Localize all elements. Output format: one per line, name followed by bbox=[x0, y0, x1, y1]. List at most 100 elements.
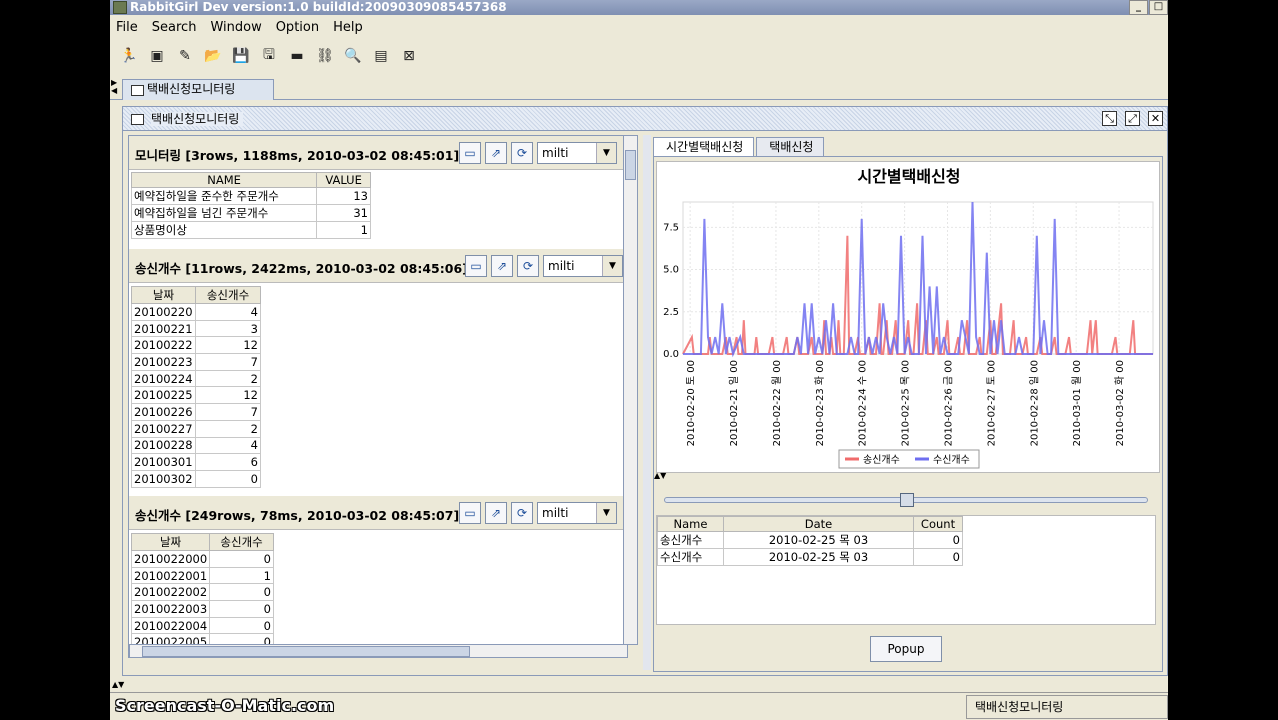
table-row[interactable]: 20100221 3 bbox=[131, 319, 261, 338]
monitoring-table: NAME VALUE 예약집하일을 준수한 주문개수 13 예약집하일을 넘긴 주문… bbox=[130, 172, 371, 239]
column-header[interactable]: Date bbox=[723, 516, 914, 532]
search-icon[interactable]: 🔍 bbox=[342, 45, 364, 67]
table-row[interactable]: 20100224 2 bbox=[131, 369, 261, 388]
table-row[interactable]: 2010022003 0 bbox=[130, 600, 274, 618]
table-cell: 2010022003 bbox=[130, 600, 211, 618]
window-title: RabbitGirl Dev version:1.0 buildId:20090… bbox=[130, 0, 507, 14]
mode-combo[interactable]: milti ▼ bbox=[543, 255, 623, 277]
frame-close-button[interactable]: ✕ bbox=[1148, 111, 1163, 126]
frame-maximize-button[interactable]: ⤢ bbox=[1125, 111, 1140, 126]
watermark-text: Screencast-O-Matic.com bbox=[115, 696, 335, 715]
column-header[interactable]: NAME bbox=[130, 172, 318, 188]
minus-icon[interactable]: ▬ bbox=[286, 45, 308, 67]
collapse-arrows-icon[interactable]: ▲▼ bbox=[112, 680, 124, 689]
table-row[interactable]: 20100301 6 bbox=[131, 453, 261, 471]
horizontal-scrollbar[interactable] bbox=[129, 644, 627, 657]
mode-combo[interactable]: milti ▼ bbox=[537, 142, 617, 164]
table-row[interactable]: 2010022001 1 bbox=[130, 566, 274, 585]
menu-window[interactable]: Window bbox=[210, 20, 261, 35]
open-icon[interactable]: 📂 bbox=[202, 45, 224, 67]
chart-container: 시간별택배신청 2010-02-20 토 00 2010-02-21 일 00 201… bbox=[656, 161, 1160, 473]
table-cell: 7 bbox=[195, 403, 261, 421]
refresh-icon[interactable]: ⟳ bbox=[517, 255, 539, 277]
tab-hourly-chart[interactable]: 시간별택배신청 bbox=[653, 137, 755, 156]
stop-icon[interactable]: ▣ bbox=[146, 45, 168, 67]
table-cell: 0 bbox=[209, 550, 274, 568]
table-cell: 예약집하일을 준수한 주문개수 bbox=[130, 187, 318, 205]
slider-knob[interactable] bbox=[900, 493, 914, 507]
refresh-icon[interactable]: ⟳ bbox=[511, 142, 533, 164]
refresh-icon[interactable]: ⟳ bbox=[511, 502, 533, 524]
time-slider[interactable] bbox=[664, 493, 1148, 507]
column-header[interactable]: 날짜 bbox=[131, 286, 196, 304]
mode-combo[interactable]: milti ▼ bbox=[537, 502, 617, 524]
chevron-down-icon[interactable]: ▼ bbox=[602, 256, 622, 276]
scrollbar-thumb[interactable] bbox=[625, 150, 636, 180]
table-cell: 13 bbox=[316, 187, 371, 205]
table-row[interactable]: 2010022004 0 bbox=[130, 616, 274, 635]
collapse-arrows-icon[interactable]: ▲▼ bbox=[654, 471, 666, 480]
popup-button[interactable]: Popup bbox=[870, 636, 942, 662]
chart-title: 시간별택배신청 bbox=[857, 167, 960, 186]
split-divider[interactable] bbox=[643, 135, 651, 670]
menu-option[interactable]: Option bbox=[276, 20, 319, 35]
maximize-button[interactable]: □ bbox=[1149, 0, 1168, 15]
export-icon[interactable]: ⇗ bbox=[485, 502, 507, 524]
table-row[interactable]: 2010022000 0 bbox=[130, 550, 274, 568]
table-row[interactable]: 송신개수 2010-02-25 목 03 0 bbox=[657, 531, 963, 549]
table-row[interactable]: 상품명이상 1 bbox=[130, 221, 371, 239]
frame-minimize-button[interactable]: ⤡ bbox=[1102, 111, 1117, 126]
table-row[interactable]: 20100222 12 bbox=[131, 336, 261, 355]
run-icon[interactable]: 🏃 bbox=[118, 45, 140, 67]
table-row[interactable]: 20100227 2 bbox=[131, 419, 261, 438]
table-cell: 20100220 bbox=[131, 303, 196, 321]
export-icon[interactable]: ⇗ bbox=[491, 255, 513, 277]
table-row[interactable]: 20100226 7 bbox=[131, 403, 261, 421]
table-cell: 3 bbox=[195, 319, 261, 338]
scrollbar-thumb[interactable] bbox=[142, 646, 470, 657]
save-all-icon[interactable]: 🖫 bbox=[258, 45, 280, 67]
table-row[interactable]: 예약집하일을 준수한 주문개수 13 bbox=[130, 187, 371, 205]
minimize-button[interactable]: _ bbox=[1129, 0, 1148, 15]
table-row[interactable]: 2010022002 0 bbox=[130, 583, 274, 602]
export-icon[interactable]: ⇗ bbox=[485, 142, 507, 164]
table-row[interactable]: 수신개수 2010-02-25 목 03 0 bbox=[657, 548, 963, 566]
table-cell: 2010022004 bbox=[130, 616, 211, 635]
query-results-pane[interactable]: 모니터링 [3rows, 1188ms, 2010-03-02 08:45:01… bbox=[128, 135, 628, 658]
tab-monitoring-document[interactable]: 택배신청모니터링 bbox=[122, 79, 274, 100]
status-text: 택배신청모니터링 bbox=[966, 695, 1168, 719]
legend-label: 송신개수 bbox=[863, 454, 900, 466]
edit-icon[interactable]: ✎ bbox=[174, 45, 196, 67]
window-icon[interactable]: ▭ bbox=[459, 502, 481, 524]
grid-icon[interactable]: ⊠ bbox=[398, 45, 420, 67]
menu-help[interactable]: Help bbox=[333, 20, 363, 35]
menu-search[interactable]: Search bbox=[152, 20, 197, 35]
table-row[interactable]: 20100228 4 bbox=[131, 436, 261, 455]
column-header[interactable]: VALUE bbox=[316, 172, 371, 188]
table-cell: 2 bbox=[195, 419, 261, 438]
chevron-down-icon[interactable]: ▼ bbox=[596, 143, 616, 163]
table-row[interactable]: 20100225 12 bbox=[131, 386, 261, 405]
layout-icon[interactable]: ▤ bbox=[370, 45, 392, 67]
window-icon[interactable]: ▭ bbox=[465, 255, 487, 277]
column-header[interactable]: 날짜 bbox=[130, 533, 211, 551]
table-cell: 예약집하일을 넘긴 주문개수 bbox=[130, 204, 318, 222]
table-cell: 1 bbox=[316, 221, 371, 239]
table-row[interactable]: 20100220 4 bbox=[131, 303, 261, 321]
frame-title: 택배신청모니터링 bbox=[151, 112, 244, 126]
window-icon[interactable]: ▭ bbox=[459, 142, 481, 164]
vertical-scrollbar[interactable] bbox=[623, 135, 638, 645]
column-header[interactable]: Name bbox=[657, 516, 724, 532]
table-row[interactable]: 20100302 0 bbox=[131, 469, 261, 488]
table-row[interactable]: 20100223 7 bbox=[131, 353, 261, 371]
table-cell: 20100228 bbox=[131, 436, 196, 455]
column-header[interactable]: Count bbox=[913, 516, 963, 532]
tab-parcel-request[interactable]: 택배신청 bbox=[756, 137, 825, 156]
table-row[interactable]: 예약집하일을 넘긴 주문개수 31 bbox=[130, 204, 371, 222]
column-header[interactable]: 송신개수 bbox=[195, 286, 261, 304]
menu-file[interactable]: File bbox=[116, 20, 138, 35]
chevron-down-icon[interactable]: ▼ bbox=[596, 503, 616, 523]
column-header[interactable]: 송신개수 bbox=[209, 533, 274, 551]
save-icon[interactable]: 💾 bbox=[230, 45, 252, 67]
link-icon[interactable]: ⛓ bbox=[314, 45, 336, 67]
